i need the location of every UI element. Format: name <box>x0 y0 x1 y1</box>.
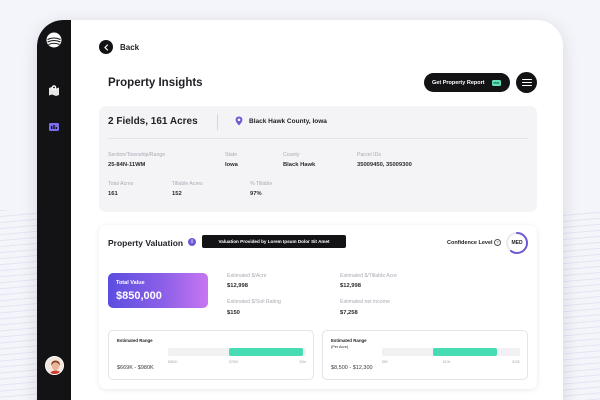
range-value: $669K - $980K <box>117 365 154 371</box>
valuation-title: Property Valuation <box>108 238 184 248</box>
back-button[interactable] <box>99 40 113 54</box>
map-pin-icon[interactable] <box>48 84 60 96</box>
metric-value: $150 <box>227 310 240 316</box>
detail-label: Total Acres <box>108 181 134 187</box>
page-title: Property Insights <box>108 77 203 89</box>
detail-label: Section/Township/Range <box>108 152 166 158</box>
divider <box>217 114 218 130</box>
pdf-badge: PDF <box>492 79 501 86</box>
detail-value: 161 <box>108 191 118 197</box>
user-avatar-icon <box>46 357 63 374</box>
range-title: Estimated Range <box>331 338 367 343</box>
logo-icon <box>46 32 62 48</box>
range-title: Estimated Range <box>117 338 153 343</box>
metric-value: $12,998 <box>340 283 361 289</box>
detail-label: Parcel IDs <box>357 152 381 158</box>
metric-label: Estimated $/Soil Rating <box>227 299 281 305</box>
menu-icon-bar <box>521 85 532 87</box>
range-value: $8,500 - $12,300 <box>331 365 373 371</box>
property-valuation-card: Property Valuation i Valuation Provided … <box>99 225 537 389</box>
fields-title: 2 Fields, 161 Acres <box>108 116 198 127</box>
report-button-label: Get Property Report <box>432 79 485 86</box>
range-subtitle: (Per Acre) <box>331 344 349 349</box>
arrow-left-icon <box>103 43 108 51</box>
metric-label: Estimated $/Tillable Acre <box>340 273 397 279</box>
detail-label: Tillable Acres <box>172 181 203 187</box>
total-value-card: Total Value $850,000 <box>108 273 208 308</box>
range-tick-label: $750K <box>229 360 239 364</box>
range-fill <box>433 348 497 356</box>
metric-value: $12,998 <box>227 283 248 289</box>
insights-icon[interactable] <box>48 121 60 133</box>
range-tick-label: $15K <box>512 360 520 364</box>
metric-label: Estimated $/Acre <box>227 273 267 279</box>
total-value: $850,000 <box>116 290 162 302</box>
range-label: Estimated Range (Per Acre) <box>331 338 367 349</box>
sidebar <box>37 20 71 400</box>
main-content: Back Property Insights Get Property Repo… <box>71 20 563 400</box>
range-ticks: $650K $750K $1M <box>168 360 306 366</box>
detail-value: 152 <box>172 191 182 197</box>
detail-label: % Tillable <box>250 181 273 187</box>
location-pin-icon <box>235 116 243 126</box>
detail-value: 35009450, 35009300 <box>357 162 412 168</box>
detail-value: 97% <box>250 191 262 197</box>
range-label: Estimated Range <box>117 338 153 344</box>
back-label[interactable]: Back <box>120 43 139 52</box>
detail-value: 25-84N-11WM <box>108 162 146 168</box>
menu-icon-bar <box>521 78 532 80</box>
detail-label: State <box>225 152 238 158</box>
get-property-report-button[interactable]: Get Property Report PDF <box>424 73 510 92</box>
total-value-label: Total Value <box>116 280 145 286</box>
range-tick-label: $650K <box>168 360 178 364</box>
range-tick-label: $5K <box>382 360 388 364</box>
info-icon[interactable]: i <box>188 238 196 246</box>
divider <box>108 138 528 139</box>
valuation-tooltip: Valuation Provided by Lorem Ipsum Dolor … <box>202 235 346 248</box>
metric-label: Estimated net income <box>340 299 390 305</box>
metric-value: $7,258 <box>340 310 358 316</box>
app-window: Back Property Insights Get Property Repo… <box>37 20 563 400</box>
estimated-range-card: Estimated Range $650K $750K $1M $669K - … <box>108 330 314 380</box>
range-fill <box>228 348 304 356</box>
avatar[interactable] <box>45 356 64 375</box>
estimated-range-per-acre-card: Estimated Range (Per Acre) $5K $10K $15K… <box>322 330 528 380</box>
range-track <box>382 348 520 356</box>
menu-button[interactable] <box>516 72 537 93</box>
county-label: Black Hawk County, Iowa <box>249 118 327 125</box>
confidence-label: Confidence Level <box>447 240 493 246</box>
range-tick-label: $10K <box>443 360 451 364</box>
help-icon[interactable]: ? <box>494 239 501 246</box>
confidence-value: MED <box>511 240 523 246</box>
range-track <box>168 348 306 356</box>
range-tick-label: $1M <box>299 360 306 364</box>
range-ticks: $5K $10K $15K <box>382 360 520 366</box>
property-summary-card: 2 Fields, 161 Acres Black Hawk County, I… <box>99 106 537 212</box>
menu-icon-bar <box>521 81 532 84</box>
detail-value: Black Hawk <box>283 162 316 168</box>
detail-label: County <box>283 152 300 158</box>
detail-value: Iowa <box>225 162 238 168</box>
